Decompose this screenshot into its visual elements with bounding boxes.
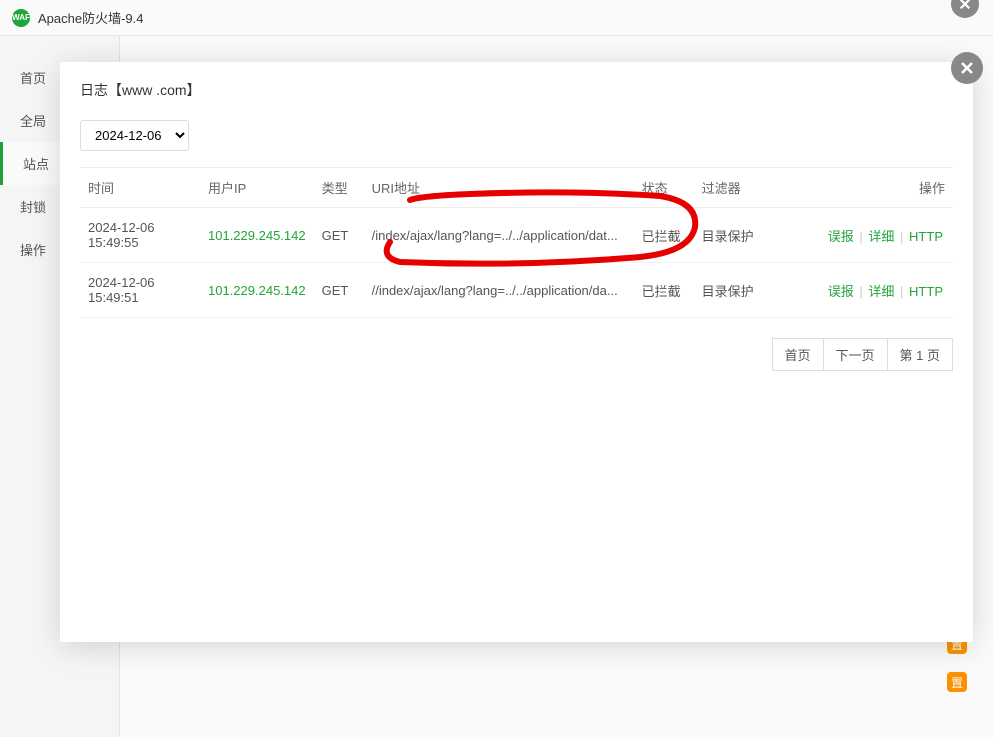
- modal-title: 日志【www .com】: [80, 80, 953, 100]
- col-header-ip: 用户IP: [200, 168, 314, 208]
- action-http[interactable]: HTTP: [909, 229, 943, 244]
- waf-icon: WAF: [12, 9, 30, 27]
- cell-actions: 误报 | 详细 | HTTP: [784, 263, 953, 318]
- action-misjudge[interactable]: 误报: [828, 284, 854, 299]
- col-header-action: 操作: [784, 168, 953, 208]
- cell-ip[interactable]: 101.229.245.142: [200, 208, 314, 263]
- cell-uri: /index/ajax/lang?lang=../../application/…: [364, 208, 634, 263]
- date-select[interactable]: 2024-12-06: [80, 120, 189, 151]
- cell-uri: //index/ajax/lang?lang=../../application…: [364, 263, 634, 318]
- table-row: 2024-12-06 15:49:55 101.229.245.142 GET …: [80, 208, 953, 263]
- table-header-row: 时间 用户IP 类型 URI地址 状态 过滤器 操作: [80, 168, 953, 208]
- cell-status: 已拦截: [634, 263, 694, 318]
- cell-filter: 目录保护: [694, 208, 784, 263]
- col-header-type: 类型: [314, 168, 364, 208]
- log-table: 时间 用户IP 类型 URI地址 状态 过滤器 操作 2024-12-06 15…: [80, 167, 953, 318]
- cell-time: 2024-12-06 15:49:51: [80, 263, 200, 318]
- col-header-time: 时间: [80, 168, 200, 208]
- cell-time: 2024-12-06 15:49:55: [80, 208, 200, 263]
- cell-actions: 误报 | 详细 | HTTP: [784, 208, 953, 263]
- log-modal: 日志【www .com】 2024-12-06 时间 用户IP 类型 URI地址…: [60, 62, 973, 642]
- pagination: 首页下一页第 1 页: [80, 338, 953, 371]
- page-current: 第 1 页: [887, 338, 953, 371]
- action-detail[interactable]: 详细: [868, 229, 894, 244]
- cell-status: 已拦截: [634, 208, 694, 263]
- table-row: 2024-12-06 15:49:51 101.229.245.142 GET …: [80, 263, 953, 318]
- col-header-filter: 过滤器: [694, 168, 784, 208]
- cell-ip[interactable]: 101.229.245.142: [200, 263, 314, 318]
- cell-type: GET: [314, 263, 364, 318]
- window-title: Apache防火墙-9.4: [38, 8, 144, 27]
- page-first[interactable]: 首页: [772, 338, 824, 371]
- action-misjudge[interactable]: 误报: [828, 229, 854, 244]
- col-header-uri: URI地址: [364, 168, 634, 208]
- col-header-status: 状态: [634, 168, 694, 208]
- action-http[interactable]: HTTP: [909, 284, 943, 299]
- page-next[interactable]: 下一页: [823, 338, 888, 371]
- cell-filter: 目录保护: [694, 263, 784, 318]
- action-detail[interactable]: 详细: [868, 284, 894, 299]
- modal-close-button[interactable]: [951, 52, 983, 84]
- cell-type: GET: [314, 208, 364, 263]
- window-titlebar: WAF Apache防火墙-9.4: [0, 0, 993, 36]
